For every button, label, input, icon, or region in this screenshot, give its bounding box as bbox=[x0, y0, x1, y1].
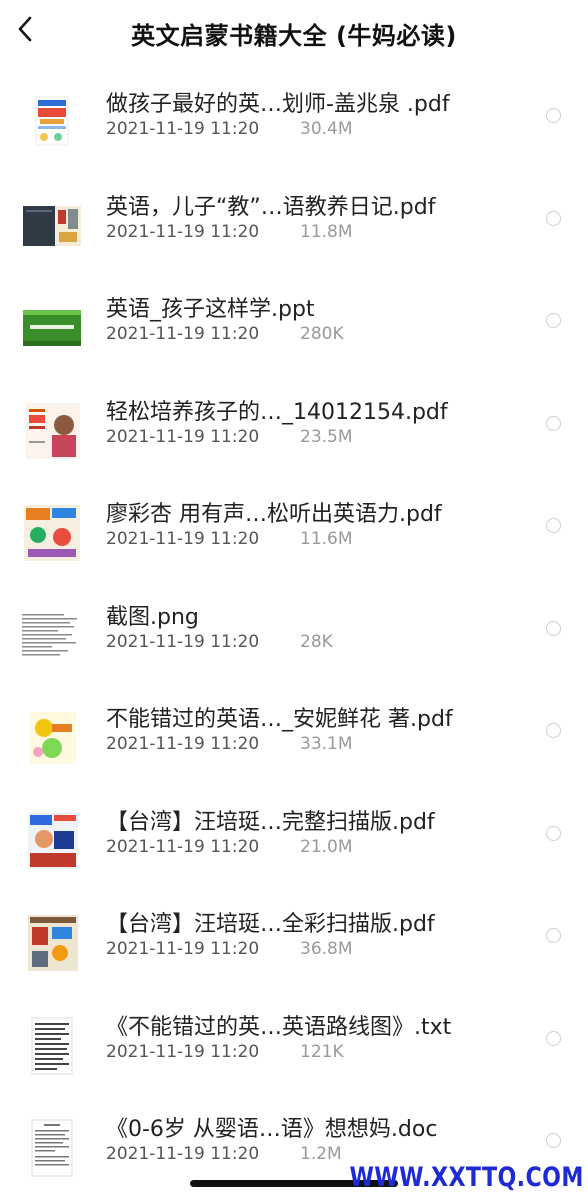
file-name: 英语，儿子“教”…语教养日记.pdf bbox=[106, 194, 436, 220]
file-thumbnail bbox=[22, 1118, 82, 1178]
file-name: 截图.png bbox=[106, 604, 199, 630]
file-row[interactable]: 廖彩杏 用有声…松听出英语力.pdf 2021-11-19 11:20 11.6… bbox=[0, 477, 588, 580]
file-name: 《0-6岁 从婴语…语》想想妈.doc bbox=[106, 1117, 438, 1142]
file-name: 【台湾】汪培珽…完整扫描版.pdf bbox=[106, 809, 435, 835]
file-thumbnail bbox=[22, 811, 82, 871]
file-row[interactable]: 做孩子最好的英…划师-盖兆泉 .pdf 2021-11-19 11:20 30.… bbox=[0, 67, 588, 170]
page-title: 英文启蒙书籍大全 (牛妈必读) bbox=[131, 22, 457, 50]
file-date: 2021-11-19 11:20 bbox=[106, 631, 260, 652]
file-thumbnail bbox=[22, 913, 82, 973]
select-radio[interactable] bbox=[546, 108, 561, 123]
select-radio[interactable] bbox=[546, 620, 561, 636]
file-row[interactable]: 【台湾】汪培珽…完整扫描版.pdf 2021-11-19 11:20 21.0M bbox=[0, 785, 588, 888]
file-size: 121K bbox=[300, 1041, 344, 1062]
file-date: 2021-11-19 11:20 bbox=[106, 119, 260, 139]
file-size: 21.0M bbox=[300, 836, 353, 857]
file-date: 2021-11-19 11:20 bbox=[106, 734, 260, 754]
file-size: 30.4M bbox=[300, 119, 353, 139]
file-thumbnail bbox=[22, 1016, 82, 1076]
file-date: 2021-11-19 11:20 bbox=[106, 324, 260, 344]
file-row[interactable]: 英语_孩子这样学.ppt 2021-11-19 11:20 280K bbox=[0, 272, 588, 375]
file-date: 2021-11-19 11:20 bbox=[106, 529, 260, 549]
file-name: 做孩子最好的英…划师-盖兆泉 .pdf bbox=[106, 92, 450, 117]
select-radio[interactable] bbox=[546, 1030, 561, 1046]
file-size: 280K bbox=[300, 324, 344, 344]
select-radio[interactable] bbox=[546, 825, 561, 841]
file-size: 28K bbox=[300, 631, 333, 652]
file-row[interactable]: 轻松培养孩子的…_14012154.pdf 2021-11-19 11:20 2… bbox=[0, 375, 588, 478]
file-thumbnail bbox=[22, 93, 82, 153]
file-date: 2021-11-19 11:20 bbox=[106, 426, 260, 447]
file-row[interactable]: 【台湾】汪培珽…全彩扫描版.pdf 2021-11-19 11:20 36.8M bbox=[0, 887, 588, 990]
select-radio[interactable] bbox=[546, 210, 561, 226]
select-radio[interactable] bbox=[546, 415, 561, 431]
file-date: 2021-11-19 11:20 bbox=[106, 1144, 260, 1164]
file-list: 做孩子最好的英…划师-盖兆泉 .pdf 2021-11-19 11:20 30.… bbox=[0, 67, 588, 1195]
file-row[interactable]: 《不能错过的英…英语路线图》.txt 2021-11-19 11:20 121K bbox=[0, 990, 588, 1093]
file-name: 廖彩杏 用有声…松听出英语力.pdf bbox=[106, 502, 442, 527]
select-radio[interactable] bbox=[546, 928, 561, 943]
select-radio[interactable] bbox=[546, 1133, 561, 1148]
select-radio[interactable] bbox=[546, 518, 561, 533]
file-date: 2021-11-19 11:20 bbox=[106, 1041, 260, 1062]
file-size: 36.8M bbox=[300, 939, 353, 959]
file-name: 英语_孩子这样学.ppt bbox=[106, 297, 315, 322]
file-date: 2021-11-19 11:20 bbox=[106, 221, 260, 242]
file-name: 《不能错过的英…英语路线图》.txt bbox=[106, 1014, 452, 1040]
select-radio[interactable] bbox=[546, 313, 561, 328]
file-thumbnail bbox=[22, 196, 82, 256]
file-size: 23.5M bbox=[300, 426, 353, 447]
nav-bar: 英文启蒙书籍大全 (牛妈必读) bbox=[0, 0, 588, 70]
file-thumbnail bbox=[22, 298, 82, 358]
file-thumbnail bbox=[22, 708, 82, 768]
file-thumbnail bbox=[22, 605, 82, 666]
file-thumbnail bbox=[22, 401, 82, 461]
file-name: 不能错过的英语…_安妮鲜花 著.pdf bbox=[106, 707, 453, 732]
file-thumbnail bbox=[22, 503, 82, 563]
file-size: 33.1M bbox=[300, 734, 353, 754]
file-name: 【台湾】汪培珽…全彩扫描版.pdf bbox=[106, 912, 435, 937]
select-radio[interactable] bbox=[546, 723, 561, 738]
file-row[interactable]: 英语，儿子“教”…语教养日记.pdf 2021-11-19 11:20 11.8… bbox=[0, 170, 588, 273]
file-date: 2021-11-19 11:20 bbox=[106, 939, 260, 959]
file-row[interactable]: 不能错过的英语…_安妮鲜花 著.pdf 2021-11-19 11:20 33.… bbox=[0, 682, 588, 785]
watermark: WWW.XXTTQ.COM bbox=[349, 1162, 584, 1193]
file-row[interactable]: 截图.png 2021-11-19 11:20 28K bbox=[0, 580, 588, 683]
file-size: 11.8M bbox=[300, 221, 353, 242]
file-name: 轻松培养孩子的…_14012154.pdf bbox=[106, 399, 448, 425]
file-date: 2021-11-19 11:20 bbox=[106, 836, 260, 857]
file-size: 1.2M bbox=[300, 1144, 342, 1164]
file-size: 11.6M bbox=[300, 529, 353, 549]
